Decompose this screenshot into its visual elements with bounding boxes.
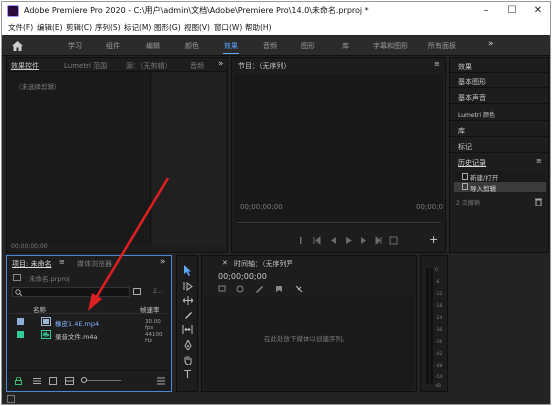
annotation-arrow: [88, 177, 170, 311]
